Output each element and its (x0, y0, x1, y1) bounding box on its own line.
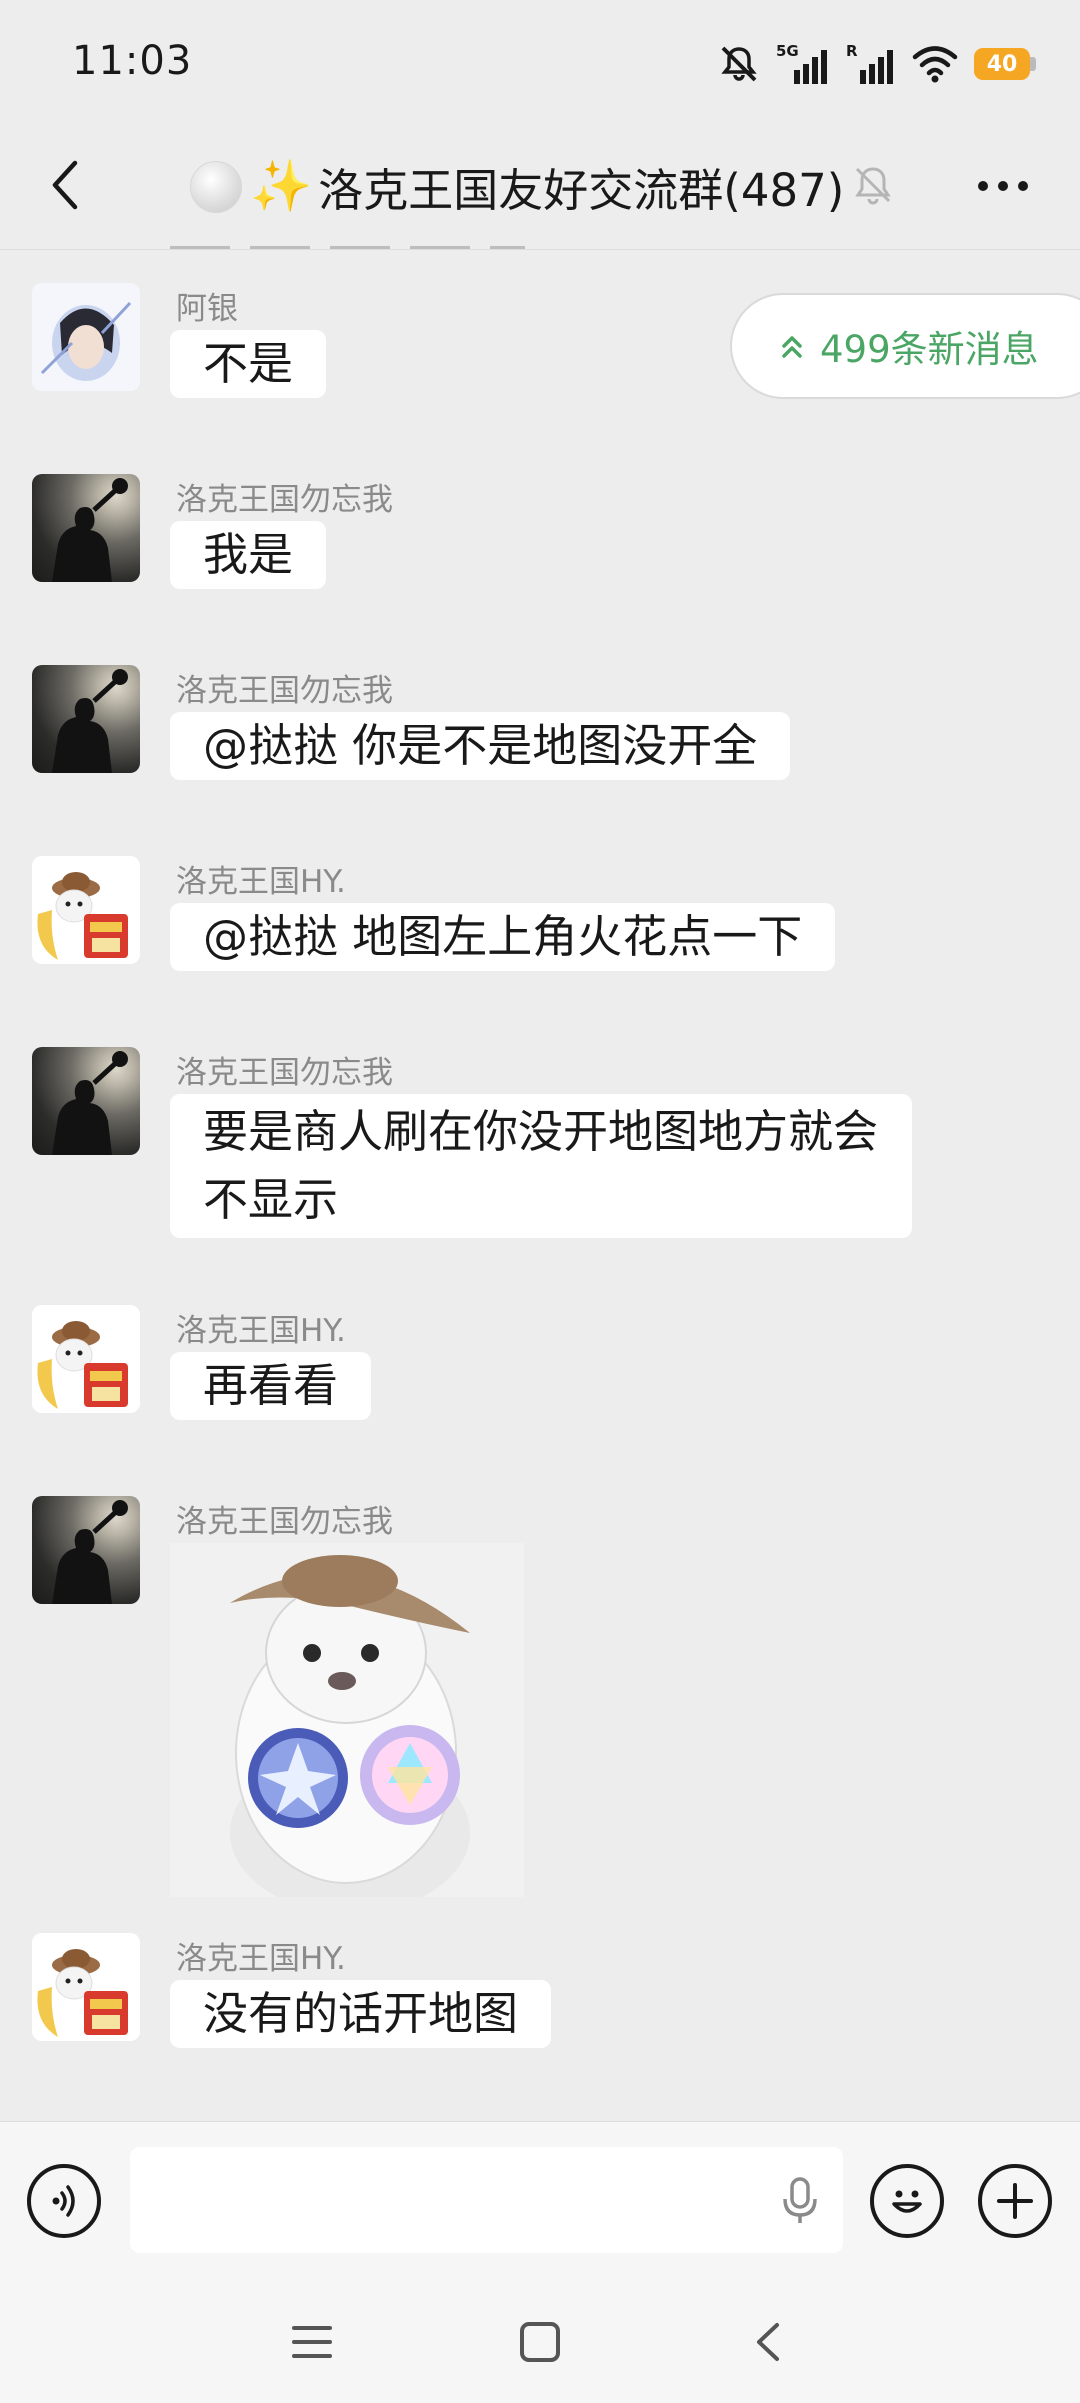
message-bubble[interactable]: 我是 (170, 521, 327, 589)
avatar[interactable] (32, 1047, 140, 1155)
sender-name: 洛克王国HY. (176, 1313, 346, 1349)
chat-title[interactable]: ✨ 洛克王国友好交流群(487) (190, 154, 844, 219)
sender-name: 洛克王国勿忘我 (176, 482, 393, 518)
triangle-back-icon (757, 2323, 779, 2361)
cat-avatar-icon (32, 1305, 140, 1413)
status-bar: 11:03 5G R 40 (0, 0, 1080, 120)
network-label: 5G (776, 42, 799, 60)
message-input-bar (0, 2121, 1080, 2279)
battery-level: 40 (974, 48, 1030, 80)
group-name: 洛克王国友好交流群(487) (318, 164, 845, 217)
square-home-icon (520, 2322, 560, 2362)
message-bubble[interactable]: 不是 (170, 330, 327, 398)
signal-roaming-icon: R (846, 42, 893, 84)
cat-crystal-sticker-icon (170, 1543, 524, 1897)
silhouette-avatar-icon (52, 1051, 128, 1155)
sender-name: 阿银 (176, 291, 238, 327)
double-chevron-up-icon (780, 332, 804, 360)
avatar[interactable] (32, 1305, 140, 1413)
status-time: 11:03 (72, 38, 193, 84)
message-bubble[interactable]: 要是商人刷在你没开地图地方就会不显示 (170, 1094, 912, 1238)
chat-screen: 11:03 5G R 40 ✨ 洛克王国友好交流群(487) 阿银 不是 洛克王… (0, 0, 1080, 2403)
avatar[interactable] (32, 1496, 140, 1604)
status-icons: 5G R 40 (718, 40, 1036, 88)
sender-name: 洛克王国HY. (176, 864, 346, 900)
muted-bell-icon (855, 167, 891, 205)
message-bubble[interactable]: 没有的话开地图 (170, 1980, 552, 2048)
anime-avatar-icon (32, 283, 140, 391)
silhouette-avatar-icon (52, 669, 128, 773)
new-messages-button[interactable]: 499条新消息 (730, 293, 1080, 399)
message-bubble[interactable]: 再看看 (170, 1352, 372, 1420)
new-messages-label: 499条新消息 (820, 328, 1039, 371)
sparkle-icon: ✨ (250, 157, 313, 215)
more-options-button[interactable] (968, 156, 1038, 216)
sender-name: 洛克王国勿忘我 (176, 673, 393, 709)
silhouette-avatar-icon (52, 478, 128, 582)
white-circle-icon (190, 160, 242, 213)
avatar[interactable] (32, 856, 140, 964)
sender-name: 洛克王国勿忘我 (176, 1504, 393, 1540)
emoji-button[interactable] (870, 2164, 944, 2238)
avatar[interactable] (32, 283, 140, 391)
system-navigation-bar (0, 2279, 1080, 2403)
header-divider (0, 249, 1080, 250)
message-text-input[interactable] (130, 2147, 843, 2253)
system-back-button[interactable] (738, 2317, 798, 2367)
cat-avatar-icon (32, 1933, 140, 2041)
bell-muted-icon (721, 46, 757, 82)
more-dots-icon (978, 181, 1028, 191)
cat-avatar-icon (32, 856, 140, 964)
battery-icon: 40 (974, 48, 1036, 80)
back-button[interactable] (30, 150, 100, 220)
avatar[interactable] (32, 474, 140, 582)
avatar[interactable] (32, 1933, 140, 2041)
chat-header: ✨ 洛克王国友好交流群(487) (0, 120, 1080, 250)
microphone-icon[interactable] (777, 2175, 823, 2225)
avatar[interactable] (32, 665, 140, 773)
more-actions-button[interactable] (978, 2164, 1052, 2238)
sticker-image[interactable] (170, 1543, 524, 1897)
roaming-label: R (846, 42, 858, 60)
signal-5g-icon: 5G (776, 42, 827, 84)
menu-lines-icon (292, 2326, 332, 2358)
voice-wave-icon (52, 2185, 75, 2217)
recent-apps-button[interactable] (282, 2317, 342, 2367)
message-bubble[interactable]: @挞挞 地图左上角火花点一下 (170, 903, 836, 971)
sender-name: 洛克王国HY. (176, 1941, 346, 1977)
home-button[interactable] (510, 2317, 570, 2367)
silhouette-avatar-icon (52, 1500, 128, 1604)
message-bubble[interactable]: @挞挞 你是不是地图没开全 (170, 712, 791, 780)
message-list[interactable]: 阿银 不是 洛克王国勿忘我 我是 洛克王国勿忘我 @挞挞 你是不是地图没开全 洛… (0, 251, 1080, 2121)
smiley-icon (892, 2190, 922, 2213)
plus-icon (997, 2183, 1033, 2219)
wifi-icon (912, 46, 958, 83)
sender-name: 洛克王国勿忘我 (176, 1055, 393, 1091)
chevron-left-icon (52, 160, 78, 210)
voice-toggle-button[interactable] (27, 2164, 101, 2238)
